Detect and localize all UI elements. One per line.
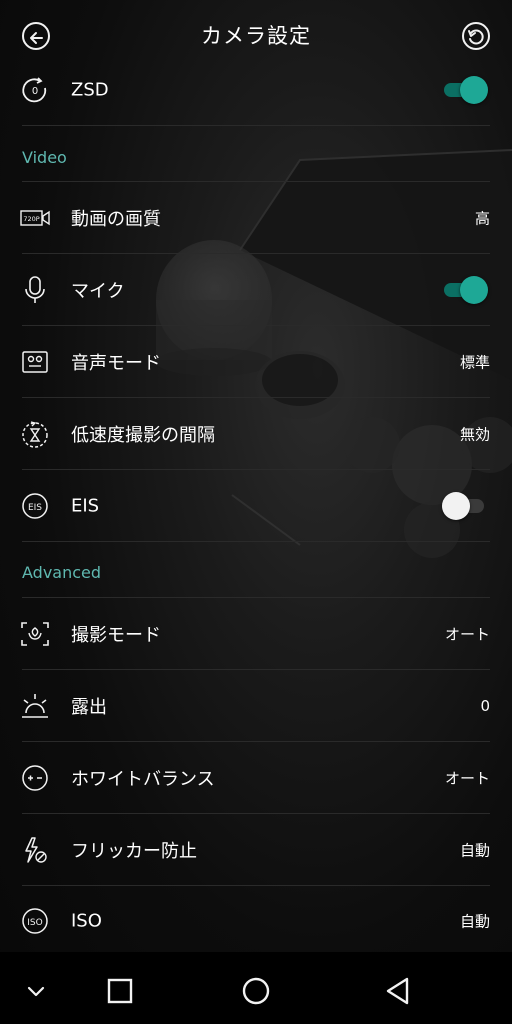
setting-row-iso[interactable]: ISO ISO 自動 — [0, 885, 512, 957]
svg-text:0: 0 — [32, 86, 38, 97]
setting-row-eis[interactable]: EIS EIS — [0, 470, 512, 542]
setting-row-white-balance[interactable]: ホワイトバランス オート — [0, 742, 512, 814]
setting-value: 標準 — [459, 353, 490, 372]
setting-value: 0 — [480, 697, 490, 715]
zsd-icon: 0 — [20, 75, 50, 105]
setting-label: 撮影モード — [71, 625, 161, 646]
setting-label: 低速度撮影の間隔 — [71, 425, 215, 446]
chevron-down-icon[interactable] — [19, 974, 53, 1008]
setting-label: EIS — [71, 495, 100, 517]
zsd-toggle[interactable] — [442, 75, 488, 105]
svg-text:ISO: ISO — [27, 918, 42, 928]
exposure-icon — [20, 691, 50, 721]
setting-value: 自動 — [459, 912, 490, 931]
recent-apps-icon[interactable] — [103, 974, 137, 1008]
setting-row-shooting-mode[interactable]: 撮影モード オート — [0, 598, 512, 670]
system-navigation-bar — [0, 952, 512, 1024]
video-720p-icon: 720P — [20, 203, 50, 233]
setting-label: 動画の画質 — [71, 209, 161, 230]
setting-label: フリッカー防止 — [71, 841, 197, 862]
setting-label: ZSD — [71, 79, 109, 101]
section-header-video: Video — [22, 148, 67, 167]
setting-label: ホワイトバランス — [71, 769, 215, 790]
home-icon[interactable] — [239, 974, 273, 1008]
setting-row-audio-mode[interactable]: 音声モード 標準 — [0, 326, 512, 398]
setting-value: 無効 — [459, 425, 490, 444]
setting-label: 露出 — [71, 697, 107, 718]
divider — [22, 125, 490, 126]
setting-row-microphone[interactable]: マイク — [0, 254, 512, 326]
setting-value: オート — [444, 625, 490, 644]
setting-row-zsd[interactable]: 0 ZSD — [0, 54, 512, 126]
setting-value: オート — [444, 769, 490, 788]
setting-value: 高 — [474, 209, 490, 228]
section-header-advanced: Advanced — [22, 563, 102, 582]
svg-text:EIS: EIS — [28, 503, 42, 513]
eis-toggle[interactable] — [442, 491, 488, 521]
anti-flicker-icon — [20, 835, 50, 865]
setting-row-anti-flicker[interactable]: フリッカー防止 自動 — [0, 814, 512, 886]
page-title: カメラ設定 — [201, 24, 311, 48]
microphone-toggle[interactable] — [442, 275, 488, 305]
svg-text:720P: 720P — [23, 215, 39, 223]
setting-row-video-quality[interactable]: 720P 動画の画質 高 — [0, 182, 512, 254]
eis-icon: EIS — [20, 491, 50, 521]
setting-label: 音声モード — [71, 353, 161, 374]
divider — [22, 541, 490, 542]
setting-label: ISO — [71, 910, 102, 932]
setting-row-exposure[interactable]: 露出 0 — [0, 670, 512, 742]
audio-mode-icon — [20, 347, 50, 377]
scene-mode-icon — [20, 619, 50, 649]
white-balance-icon — [20, 763, 50, 793]
setting-value: 自動 — [459, 841, 490, 860]
iso-icon: ISO — [20, 906, 50, 936]
setting-label: マイク — [71, 281, 125, 302]
microphone-icon — [20, 275, 50, 305]
back-icon[interactable] — [381, 974, 415, 1008]
timelapse-icon — [20, 419, 50, 449]
camera-settings-screen: カメラ設定 0 ZSD Video 720P 動画の画質 高 マイク 音声モード… — [0, 0, 512, 1024]
setting-row-timelapse[interactable]: 低速度撮影の間隔 無効 — [0, 398, 512, 470]
reset-icon[interactable] — [462, 22, 490, 50]
